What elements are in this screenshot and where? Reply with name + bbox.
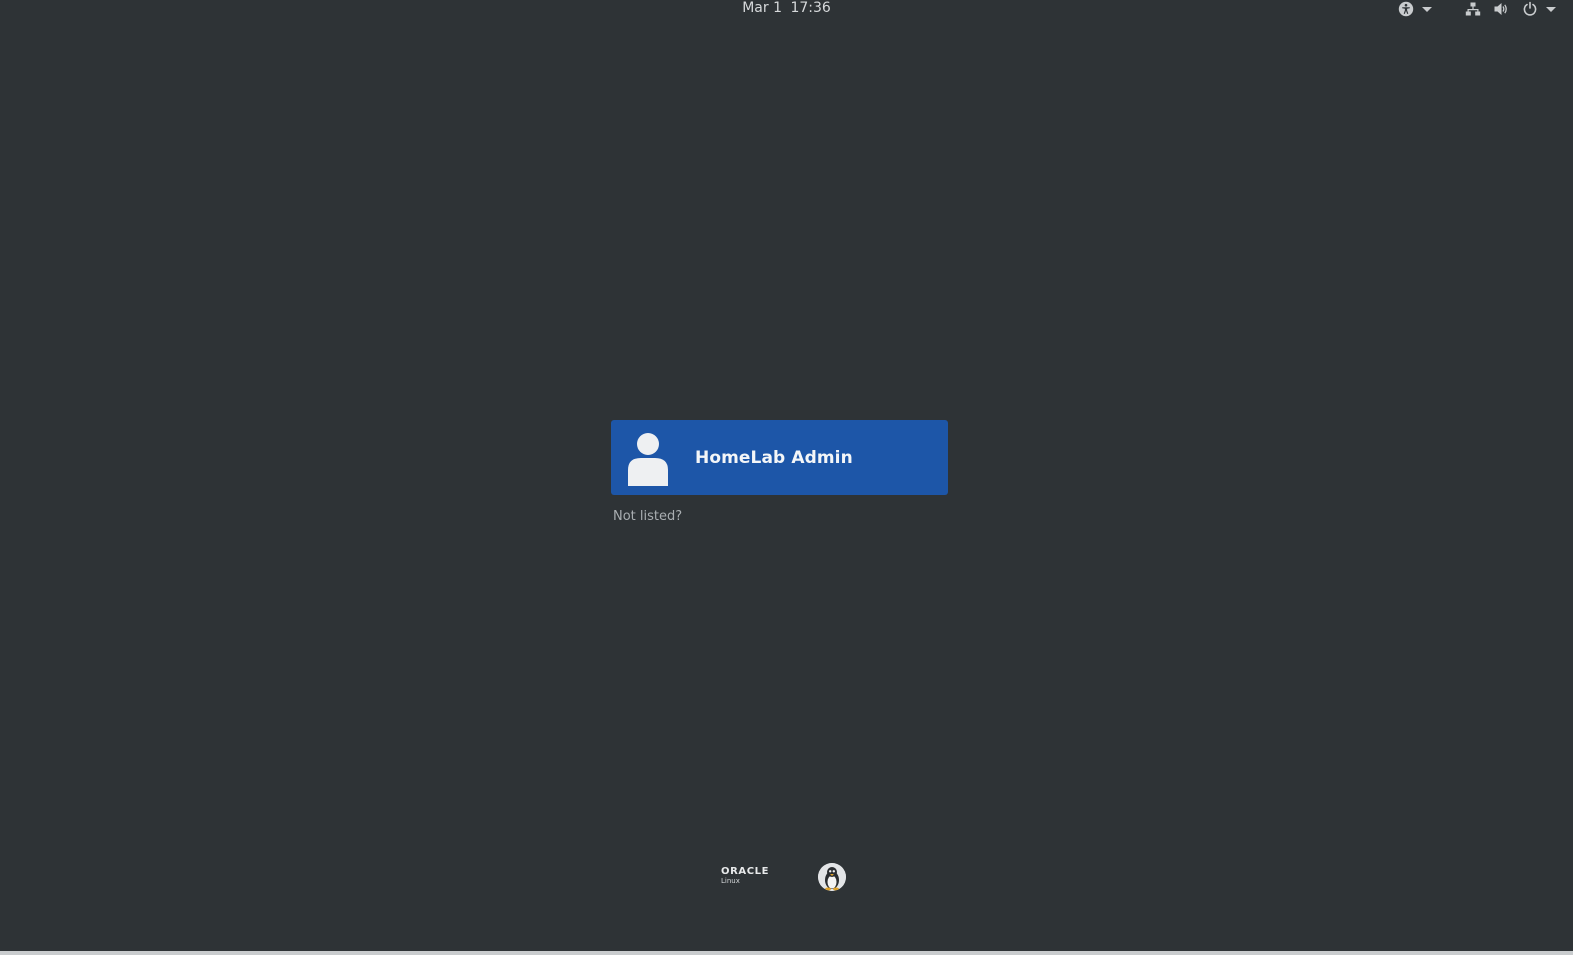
not-listed-link[interactable]: Not listed? — [613, 509, 682, 524]
power-icon — [1522, 1, 1538, 17]
clock[interactable]: Mar 1 17:36 — [0, 0, 1573, 17]
oracle-linux-logo: ORACLE Linux — [721, 866, 785, 888]
default-user-icon — [627, 430, 669, 486]
chevron-down-icon — [1546, 6, 1556, 12]
clock-date: Mar 1 — [742, 0, 782, 16]
user-name: HomeLab Admin — [695, 447, 853, 468]
bottom-edge — [0, 951, 1573, 955]
accessibility-icon — [1398, 1, 1414, 17]
accessibility-menu[interactable] — [1398, 0, 1432, 18]
oracle-wordmark: ORACLE — [721, 866, 770, 877]
system-menu[interactable] — [1465, 0, 1556, 18]
tux-penguin-icon — [818, 863, 846, 891]
volume-icon — [1493, 1, 1509, 17]
network-wired-icon — [1465, 1, 1481, 17]
clock-time: 17:36 — [790, 0, 831, 16]
user-list: HomeLab Admin Not listed? — [611, 420, 948, 524]
oracle-sub-label: Linux — [721, 877, 740, 885]
chevron-down-icon — [1422, 6, 1432, 12]
top-bar: Mar 1 17:36 — [0, 0, 1573, 18]
user-item-homelab-admin[interactable]: HomeLab Admin — [611, 420, 948, 495]
login-screen: Mar 1 17:36 HomeLab Admin Not listed? OR… — [0, 0, 1573, 955]
